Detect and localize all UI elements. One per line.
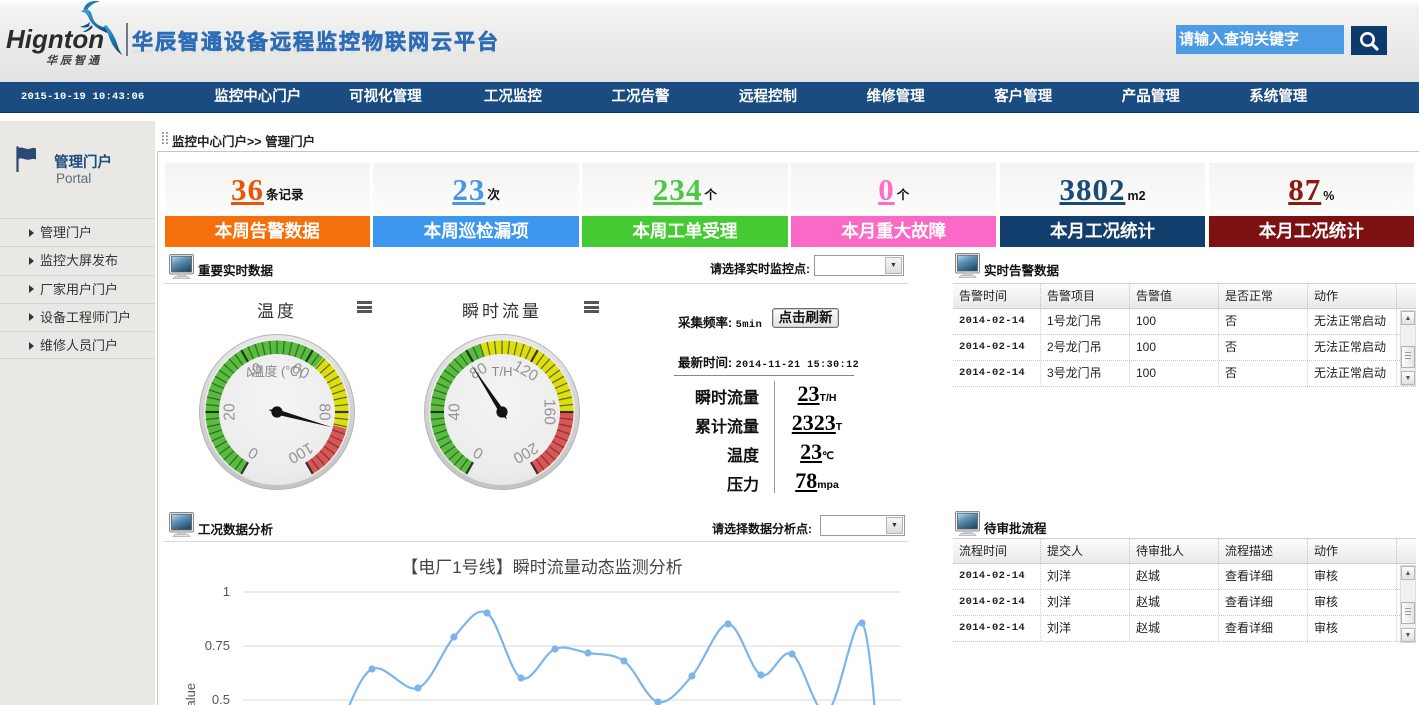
svg-text:160: 160 [540, 399, 557, 425]
svg-text:T/H: T/H [492, 364, 513, 379]
svg-text:1: 1 [223, 584, 230, 599]
svg-text:80: 80 [315, 403, 332, 421]
svg-text:40: 40 [447, 403, 464, 421]
svg-text:温度 (℃): 温度 (℃) [251, 364, 302, 379]
svg-text:20: 20 [222, 403, 239, 421]
svg-text:0.5: 0.5 [212, 692, 230, 705]
svg-text:0.75: 0.75 [205, 638, 230, 653]
